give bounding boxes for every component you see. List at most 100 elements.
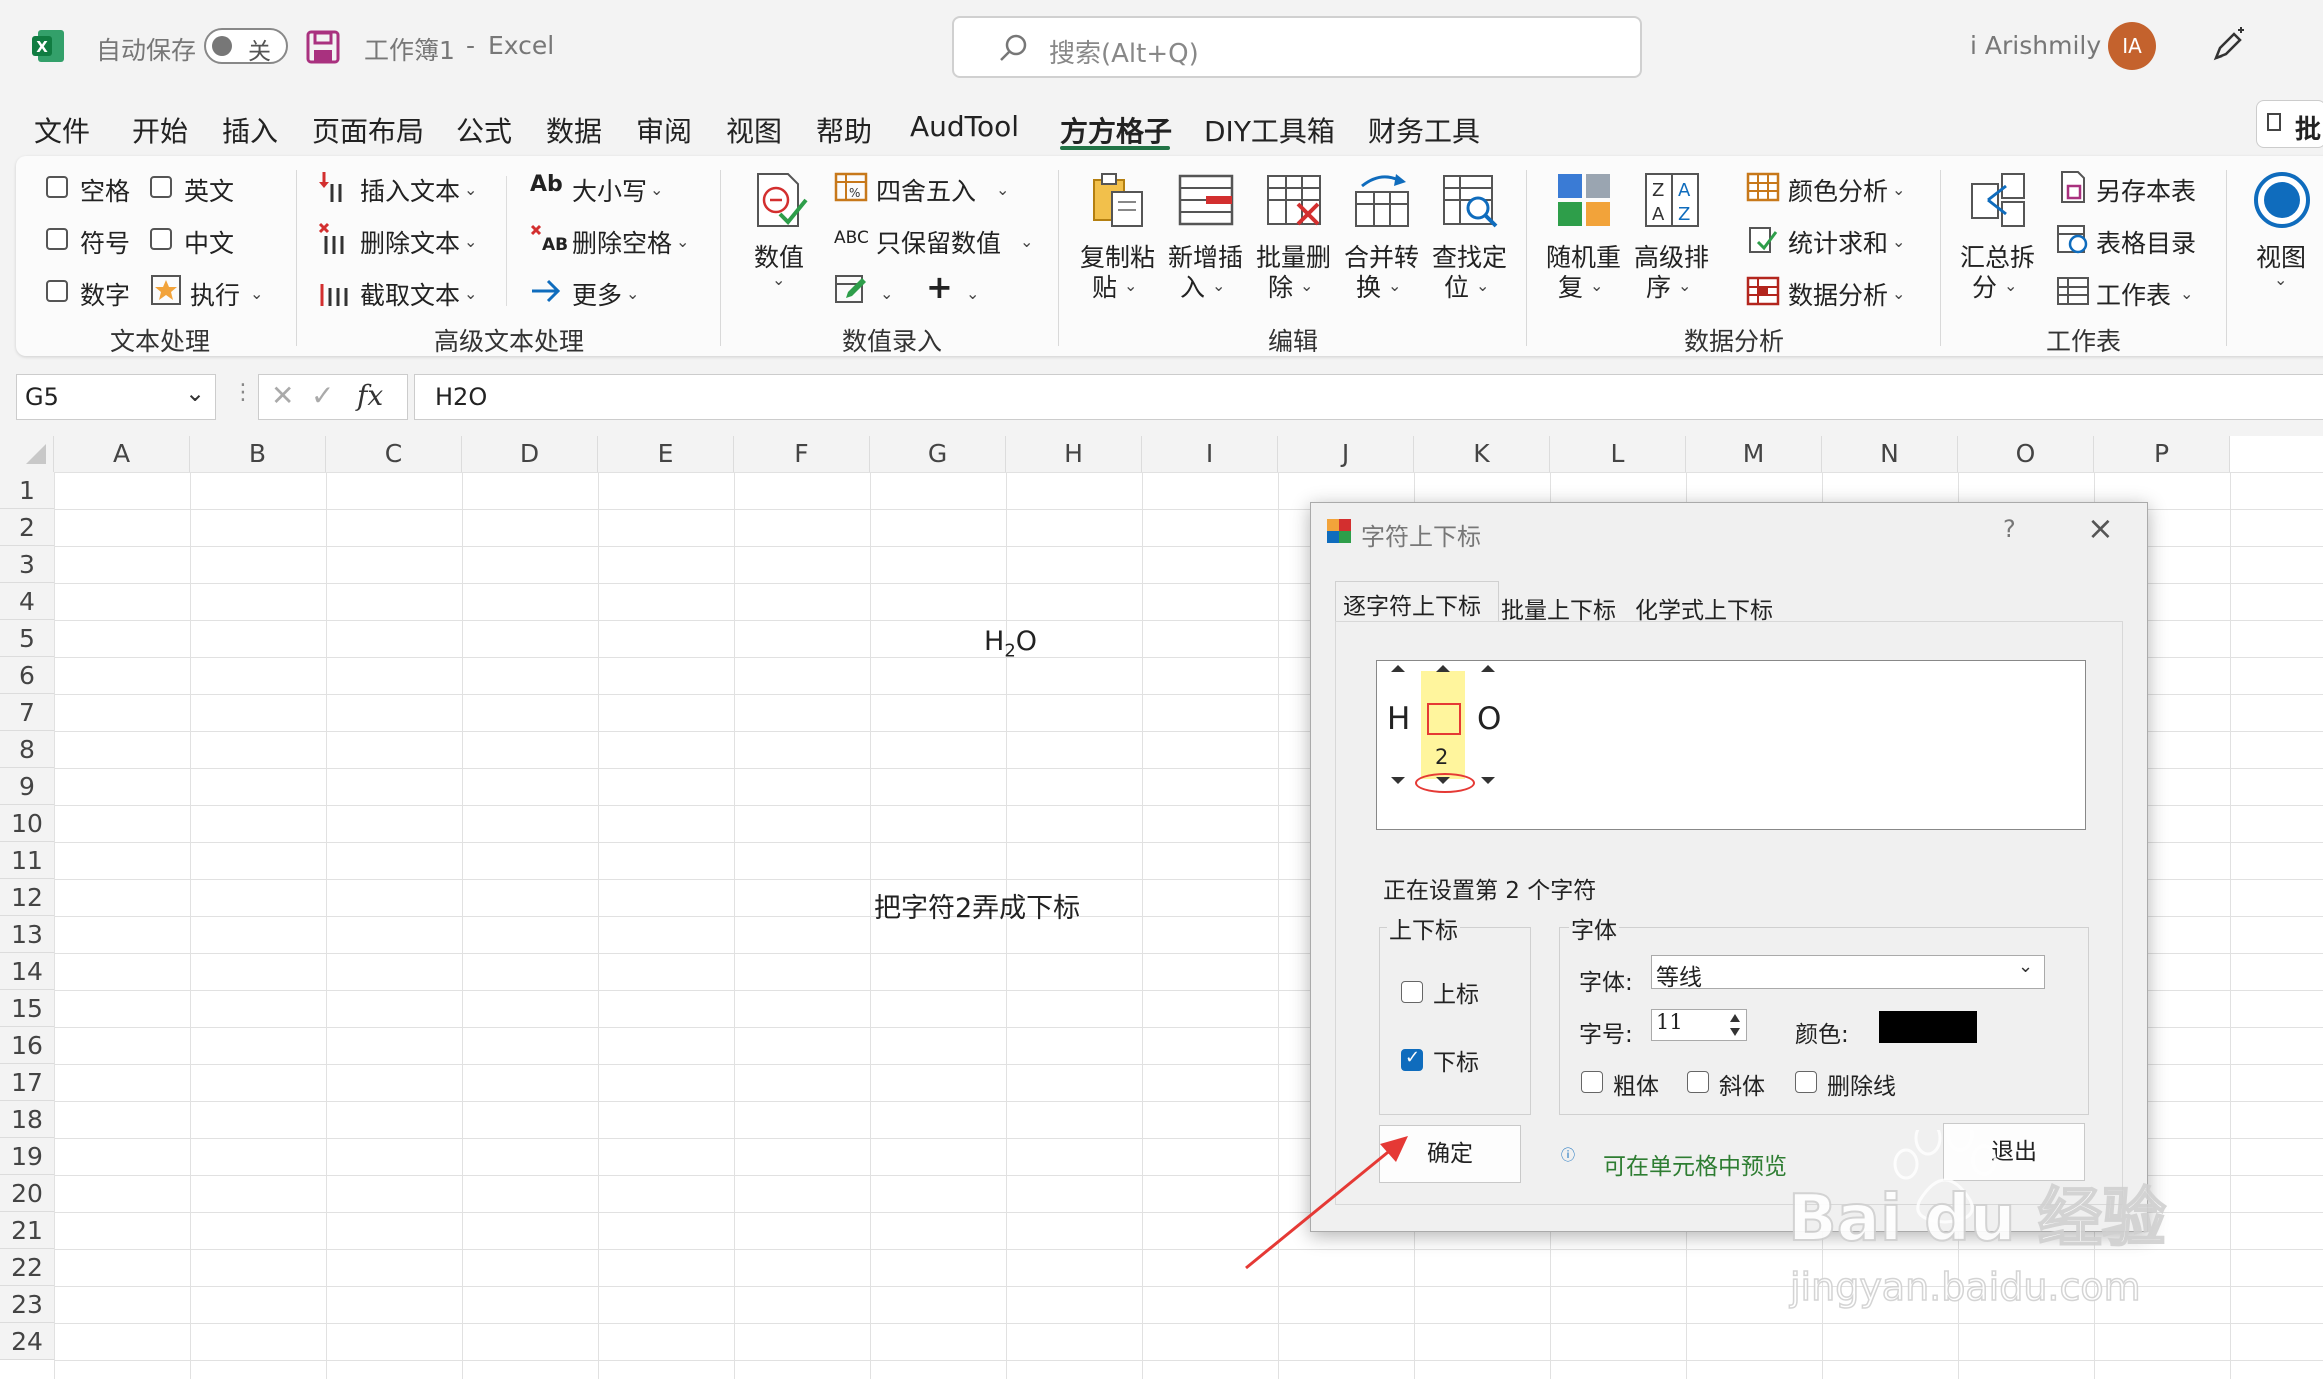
font-select[interactable]: 等线 ⌄ (1651, 955, 2045, 991)
row-header[interactable]: 4 (0, 583, 54, 620)
pen-icon[interactable] (2208, 26, 2248, 66)
chevron-down-icon[interactable]: ⌄ (2274, 270, 2287, 289)
row-header[interactable]: 20 (0, 1175, 54, 1212)
search-box[interactable]: 搜索(Alt+Q) (952, 16, 1642, 78)
row-header[interactable]: 24 (0, 1323, 54, 1360)
tab-finance-tools[interactable]: 财务工具 (1368, 110, 1480, 150)
chevron-down-icon[interactable]: ⌄ (1476, 276, 1489, 295)
chevron-down-icon[interactable]: ⌄ (1212, 276, 1225, 295)
chevron-down-icon[interactable]: ⌄ (966, 284, 979, 303)
row-header[interactable]: 2 (0, 509, 54, 546)
extract-text-button[interactable]: 截取文本 (360, 276, 460, 312)
chevron-down-icon[interactable]: ⌄ (996, 180, 1009, 199)
select-all-corner[interactable] (0, 436, 54, 472)
confirm-icon[interactable]: ✓ (311, 379, 334, 412)
tab-data[interactable]: 数据 (546, 110, 602, 150)
column-header[interactable]: C (326, 436, 462, 472)
stepper-down-icon[interactable] (1730, 1028, 1740, 1036)
keep-value-button[interactable]: 只保留数值 (876, 224, 1001, 260)
row-header[interactable]: 23 (0, 1286, 54, 1323)
column-header[interactable]: J (1278, 436, 1414, 472)
help-icon[interactable]: ? (2003, 515, 2016, 543)
column-header[interactable]: K (1414, 436, 1550, 472)
row-header[interactable]: 19 (0, 1138, 54, 1175)
tab-review[interactable]: 审阅 (636, 110, 692, 150)
checkbox-chinese[interactable] (150, 228, 172, 250)
column-header[interactable]: O (1958, 436, 2094, 472)
user-name[interactable]: i Arishmily (1970, 31, 2101, 60)
tab-page-layout[interactable]: 页面布局 (312, 110, 424, 150)
avatar[interactable]: IA (2108, 22, 2156, 70)
row-header[interactable]: 3 (0, 546, 54, 583)
color-swatch[interactable] (1879, 1011, 1977, 1043)
column-header[interactable]: M (1686, 436, 1822, 472)
tab-fangfang[interactable]: 方方格子 (1060, 110, 1172, 150)
strikethrough-checkbox[interactable] (1795, 1071, 1817, 1093)
italic-checkbox[interactable] (1687, 1071, 1709, 1093)
chevron-down-icon[interactable]: ⌄ (464, 284, 477, 303)
stat-sum-button[interactable]: 统计求和 (1788, 224, 1888, 260)
size-stepper[interactable]: 11 (1651, 1009, 1747, 1041)
save-icon[interactable] (306, 30, 340, 64)
checkbox-space[interactable] (46, 176, 68, 198)
row-header[interactable]: 11 (0, 842, 54, 879)
row-header[interactable]: 10 (0, 805, 54, 842)
char1-up-arrow[interactable] (1391, 665, 1405, 672)
char3-down-arrow[interactable] (1481, 777, 1495, 784)
row-header[interactable]: 8 (0, 731, 54, 768)
column-header[interactable]: G (870, 436, 1006, 472)
tab-chemical[interactable]: 化学式上下标 (1631, 591, 1777, 625)
column-header[interactable]: D (462, 436, 598, 472)
value-button[interactable]: 数值 (754, 238, 804, 274)
preview-char-h[interactable]: H (1387, 701, 1410, 737)
new-insert-button-line2[interactable]: 入 (1180, 268, 1205, 304)
row-header[interactable]: 14 (0, 953, 54, 990)
checkbox-number[interactable] (46, 280, 68, 302)
name-box[interactable]: G5 ⌄ (16, 374, 216, 420)
column-header[interactable]: P (2094, 436, 2230, 472)
tab-audtool[interactable]: AudTool (910, 110, 1019, 143)
autosave-toggle[interactable]: 关 (204, 28, 288, 65)
chevron-down-icon[interactable]: ⌄ (250, 284, 263, 303)
row-header[interactable]: 7 (0, 694, 54, 731)
row-header[interactable]: 21 (0, 1212, 54, 1249)
chevron-down-icon[interactable]: ⌄ (2180, 284, 2193, 303)
chevron-down-icon[interactable]: ⌄ (1020, 232, 1033, 251)
row-header[interactable]: 22 (0, 1249, 54, 1286)
stepper-up-icon[interactable] (1730, 1014, 1740, 1022)
chevron-down-icon[interactable]: ⌄ (1388, 276, 1401, 295)
chevron-down-icon[interactable]: ⌄ (1892, 284, 1905, 303)
summary-split-button-line2[interactable]: 分 (1972, 268, 1997, 304)
table-catalog-button[interactable]: 表格目录 (2096, 224, 2196, 260)
row-header[interactable]: 15 (0, 990, 54, 1027)
char1-down-arrow[interactable] (1391, 777, 1405, 784)
plus-icon[interactable]: + (926, 268, 953, 306)
superscript-checkbox[interactable] (1401, 981, 1423, 1003)
tab-diy-toolbox[interactable]: DIY工具箱 (1204, 110, 1335, 150)
row-header[interactable]: 9 (0, 768, 54, 805)
chevron-down-icon[interactable]: ⌄ (1892, 232, 1905, 251)
tab-insert[interactable]: 插入 (222, 110, 278, 150)
column-header[interactable]: F (734, 436, 870, 472)
checkbox-english[interactable] (150, 176, 172, 198)
column-header[interactable]: L (1550, 436, 1686, 472)
chevron-down-icon[interactable]: ⌄ (1678, 276, 1691, 295)
insert-text-button[interactable]: 插入文本 (360, 172, 460, 208)
chevron-down-icon[interactable]: ⌄ (464, 232, 477, 251)
preview-char-placeholder[interactable] (1427, 703, 1461, 735)
subscript-checkbox[interactable]: ✓ (1401, 1047, 1423, 1071)
chevron-down-icon[interactable]: ⌄ (1590, 276, 1603, 295)
delete-text-button[interactable]: 删除文本 (360, 224, 460, 260)
tab-help[interactable]: 帮助 (816, 110, 872, 150)
tab-formulas[interactable]: 公式 (456, 110, 512, 150)
more-button[interactable]: 更多 (572, 276, 622, 312)
row-header[interactable]: 17 (0, 1064, 54, 1101)
delete-space-button[interactable]: 删除空格 (572, 224, 672, 260)
view-button[interactable]: 视图 (2256, 238, 2306, 274)
batch-delete-button-line2[interactable]: 除 (1268, 268, 1293, 304)
function-icon[interactable]: fx (357, 379, 383, 412)
random-repeat-button-line2[interactable]: 复 (1558, 268, 1583, 304)
worksheet-button[interactable]: 工作表 (2096, 276, 2171, 312)
row-header[interactable]: 1 (0, 472, 54, 509)
row-header[interactable]: 12 (0, 879, 54, 916)
